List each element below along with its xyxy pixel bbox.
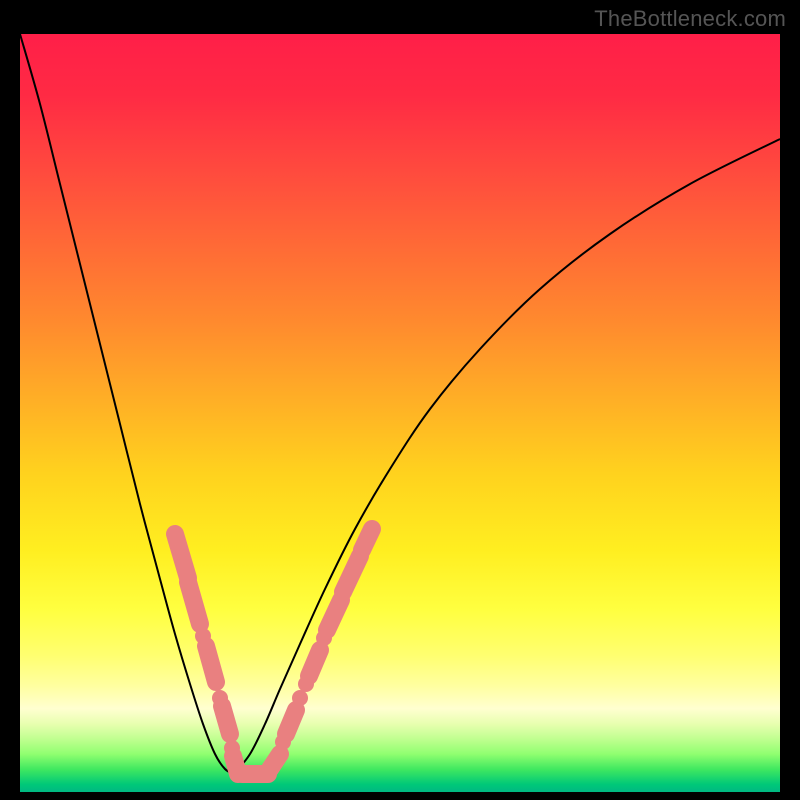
bead-capsule xyxy=(206,646,216,682)
bead-dot xyxy=(292,690,308,706)
watermark-text: TheBottleneck.com xyxy=(594,6,786,32)
bead-capsule xyxy=(270,754,280,769)
bead-group xyxy=(175,529,372,774)
chart-frame xyxy=(20,34,780,792)
chart-svg xyxy=(20,34,780,792)
bead-capsule xyxy=(327,600,341,630)
bead-capsule xyxy=(188,582,200,624)
bead-capsule xyxy=(286,710,296,734)
bead-capsule xyxy=(175,534,188,578)
bead-capsule xyxy=(343,556,360,592)
bead-capsule xyxy=(222,706,230,734)
bead-capsule xyxy=(309,650,320,676)
bead-capsule xyxy=(362,529,372,550)
